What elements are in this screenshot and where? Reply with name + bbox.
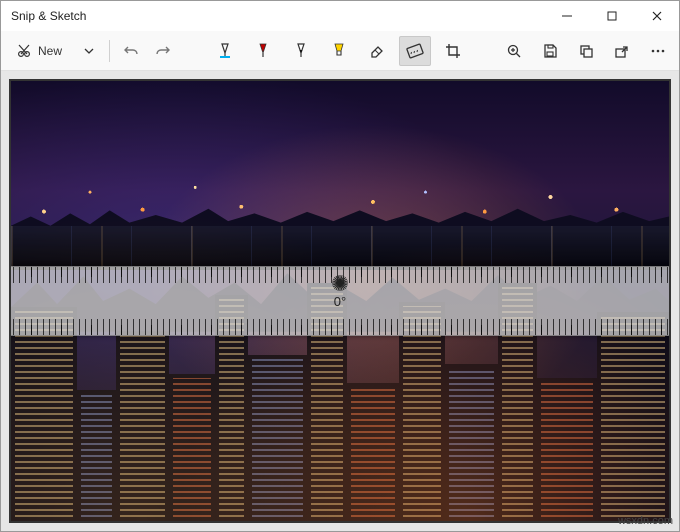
toolbar-left: New	[7, 36, 178, 66]
undo-button[interactable]	[116, 36, 146, 66]
crop-icon	[444, 42, 462, 60]
chevron-down-icon	[84, 46, 94, 56]
ballpoint-pen-button[interactable]	[247, 36, 279, 66]
new-snip-button[interactable]: New	[7, 36, 71, 66]
ruler-icon	[406, 42, 424, 60]
highlighter-button[interactable]	[323, 36, 355, 66]
highlighter-icon	[330, 42, 348, 60]
toolbar-right	[499, 36, 673, 66]
canvas-area: 0° wsxdn.com	[1, 71, 679, 531]
copy-button[interactable]	[571, 36, 601, 66]
crop-button[interactable]	[437, 36, 469, 66]
save-icon	[542, 43, 558, 59]
share-icon	[614, 43, 630, 59]
ruler-overlay[interactable]: 0°	[9, 266, 671, 336]
copy-icon	[578, 43, 594, 59]
save-button[interactable]	[535, 36, 565, 66]
ruler-dial	[314, 275, 366, 327]
toolbar: New	[1, 31, 679, 71]
touch-writing-button[interactable]	[209, 36, 241, 66]
new-snip-label: New	[38, 44, 62, 58]
app-window: Snip & Sketch New	[0, 0, 680, 532]
ballpoint-pen-icon	[254, 42, 272, 60]
maximize-icon	[607, 11, 617, 21]
undo-icon	[123, 43, 139, 59]
pencil-icon	[292, 42, 310, 60]
window-close-button[interactable]	[634, 1, 679, 31]
more-button[interactable]	[643, 36, 673, 66]
pencil-button[interactable]	[285, 36, 317, 66]
ruler-angle-readout: 0°	[314, 275, 366, 327]
snip-canvas[interactable]: 0°	[9, 79, 671, 523]
new-snip-dropdown[interactable]	[73, 36, 103, 66]
watermark: wsxdn.com	[618, 515, 673, 527]
new-snip-icon	[16, 43, 32, 59]
minimize-icon	[562, 11, 572, 21]
titlebar: Snip & Sketch	[1, 1, 679, 31]
zoom-button[interactable]	[499, 36, 529, 66]
eraser-button[interactable]	[361, 36, 393, 66]
share-button[interactable]	[607, 36, 637, 66]
redo-icon	[155, 43, 171, 59]
separator	[109, 40, 110, 62]
zoom-icon	[506, 43, 522, 59]
eraser-icon	[368, 42, 386, 60]
redo-button[interactable]	[148, 36, 178, 66]
touch-writing-icon	[216, 42, 234, 60]
window-minimize-button[interactable]	[544, 1, 589, 31]
close-icon	[652, 11, 662, 21]
ruler-button[interactable]	[399, 36, 431, 66]
toolbar-center	[178, 36, 499, 66]
more-icon	[650, 43, 666, 59]
window-maximize-button[interactable]	[589, 1, 634, 31]
app-title: Snip & Sketch	[11, 9, 86, 23]
